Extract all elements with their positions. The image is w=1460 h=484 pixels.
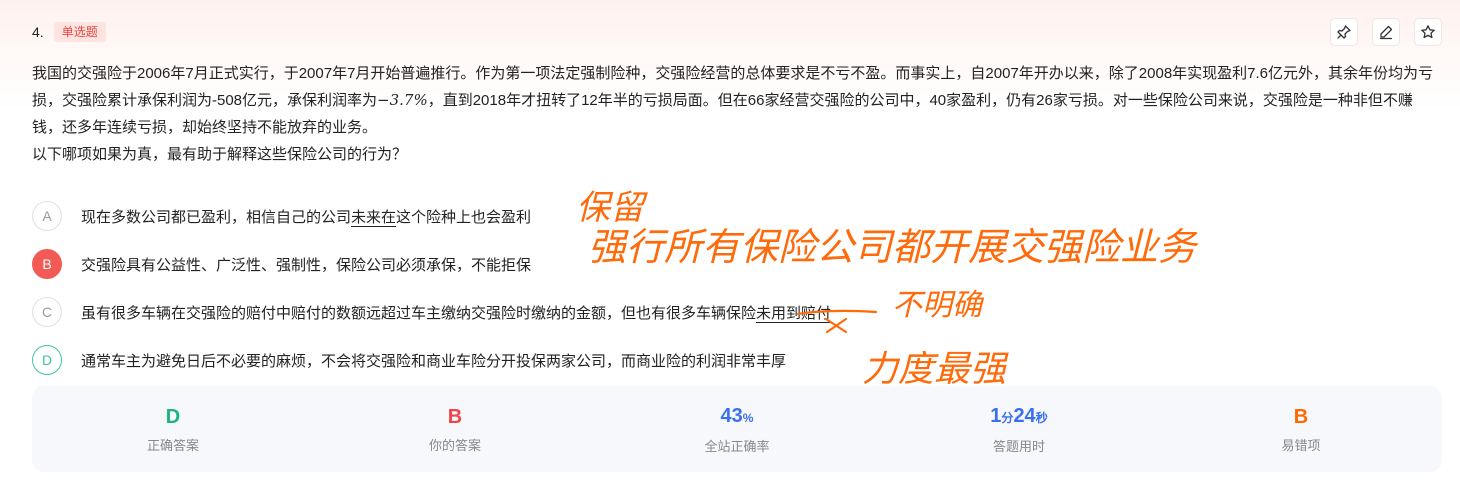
- option-letter-c[interactable]: C: [32, 297, 62, 327]
- accuracy-value: 43%: [720, 404, 754, 427]
- correct-answer-label: 正确答案: [146, 437, 199, 453]
- option-text-d[interactable]: 通常车主为避免日后不必要的麻烦，不会将交强险和商业车险分开投保两家公司，而商业险…: [81, 350, 786, 371]
- option-letter-b[interactable]: B: [32, 249, 62, 279]
- handwritten-note-strongest: 力度最强: [862, 349, 1007, 390]
- option-letter-a[interactable]: A: [32, 201, 62, 231]
- question-type-badge: 单选题: [53, 22, 106, 42]
- option-text-b[interactable]: 交强险具有公益性、广泛性、强制性，保险公司必须承保，不能拒保: [81, 254, 531, 275]
- pin-icon: [1337, 25, 1351, 39]
- stem-math: −3.7%: [377, 91, 428, 109]
- common-wrong-value: B: [1293, 405, 1309, 428]
- underlined-text: 未来在: [351, 208, 397, 227]
- star-icon: [1421, 25, 1435, 39]
- option-text-a[interactable]: 现在多数公司都已盈利，相信自己的公司未来在这个险种上也会盈利: [81, 206, 531, 227]
- time-used-value: 1分24秒: [990, 404, 1048, 427]
- pencil-icon: [1379, 25, 1393, 40]
- stem-paragraph: 我国的交强险于2006年7月正式实行，于2007年7月开始普遍推行。作为第一项法…: [32, 65, 1434, 136]
- stat-time-used: 1分24秒 答题用时: [878, 386, 1160, 472]
- stat-your-answer: B 你的答案: [314, 386, 596, 472]
- question-toolbar: [1330, 18, 1442, 46]
- edit-note-button[interactable]: [1372, 18, 1400, 46]
- option-text-c[interactable]: 虽有很多车辆在交强险的赔付中赔付的数额远超过车主缴纳交强险时缴纳的金额，但也有很…: [81, 302, 832, 323]
- pin-button[interactable]: [1330, 18, 1358, 46]
- favorite-button[interactable]: [1414, 18, 1442, 46]
- common-wrong-label: 易错项: [1281, 437, 1321, 453]
- stat-accuracy: 43% 全站正确率: [596, 386, 878, 472]
- your-answer-value: B: [447, 405, 463, 428]
- answer-stats-panel: D 正确答案 B 你的答案 43% 全站正确率 1分24秒 答题用时 B 易错项: [32, 386, 1442, 472]
- accuracy-label: 全站正确率: [704, 438, 770, 454]
- option-d[interactable]: D 通常车主为避免日后不必要的麻烦，不会将交强险和商业车险分开投保两家公司，而商…: [32, 336, 1332, 384]
- underlined-text: 未用到赔付: [756, 304, 832, 323]
- question-prompt: 以下哪项如果为真，最有助于解释这些保险公司的行为？: [32, 146, 408, 163]
- time-used-label: 答题用时: [992, 438, 1045, 454]
- question-header: 4. 单选题: [32, 20, 106, 44]
- question-number: 4.: [32, 24, 44, 40]
- question-stem: 我国的交强险于2006年7月正式实行，于2007年7月开始普遍推行。作为第一项法…: [32, 60, 1442, 168]
- your-answer-label: 你的答案: [428, 437, 481, 453]
- option-letter-d[interactable]: D: [32, 345, 62, 375]
- handwritten-note-unclear: 不明确: [892, 288, 982, 323]
- option-c[interactable]: C 虽有很多车辆在交强险的赔付中赔付的数额远超过车主缴纳交强险时缴纳的金额，但也…: [32, 288, 1332, 336]
- correct-answer-value: D: [165, 405, 181, 428]
- stat-correct-answer: D 正确答案: [32, 386, 314, 472]
- handwritten-note-mandatory: 强行所有保险公司都开展交强险业务: [588, 225, 1197, 269]
- stat-common-wrong: B 易错项: [1160, 386, 1442, 472]
